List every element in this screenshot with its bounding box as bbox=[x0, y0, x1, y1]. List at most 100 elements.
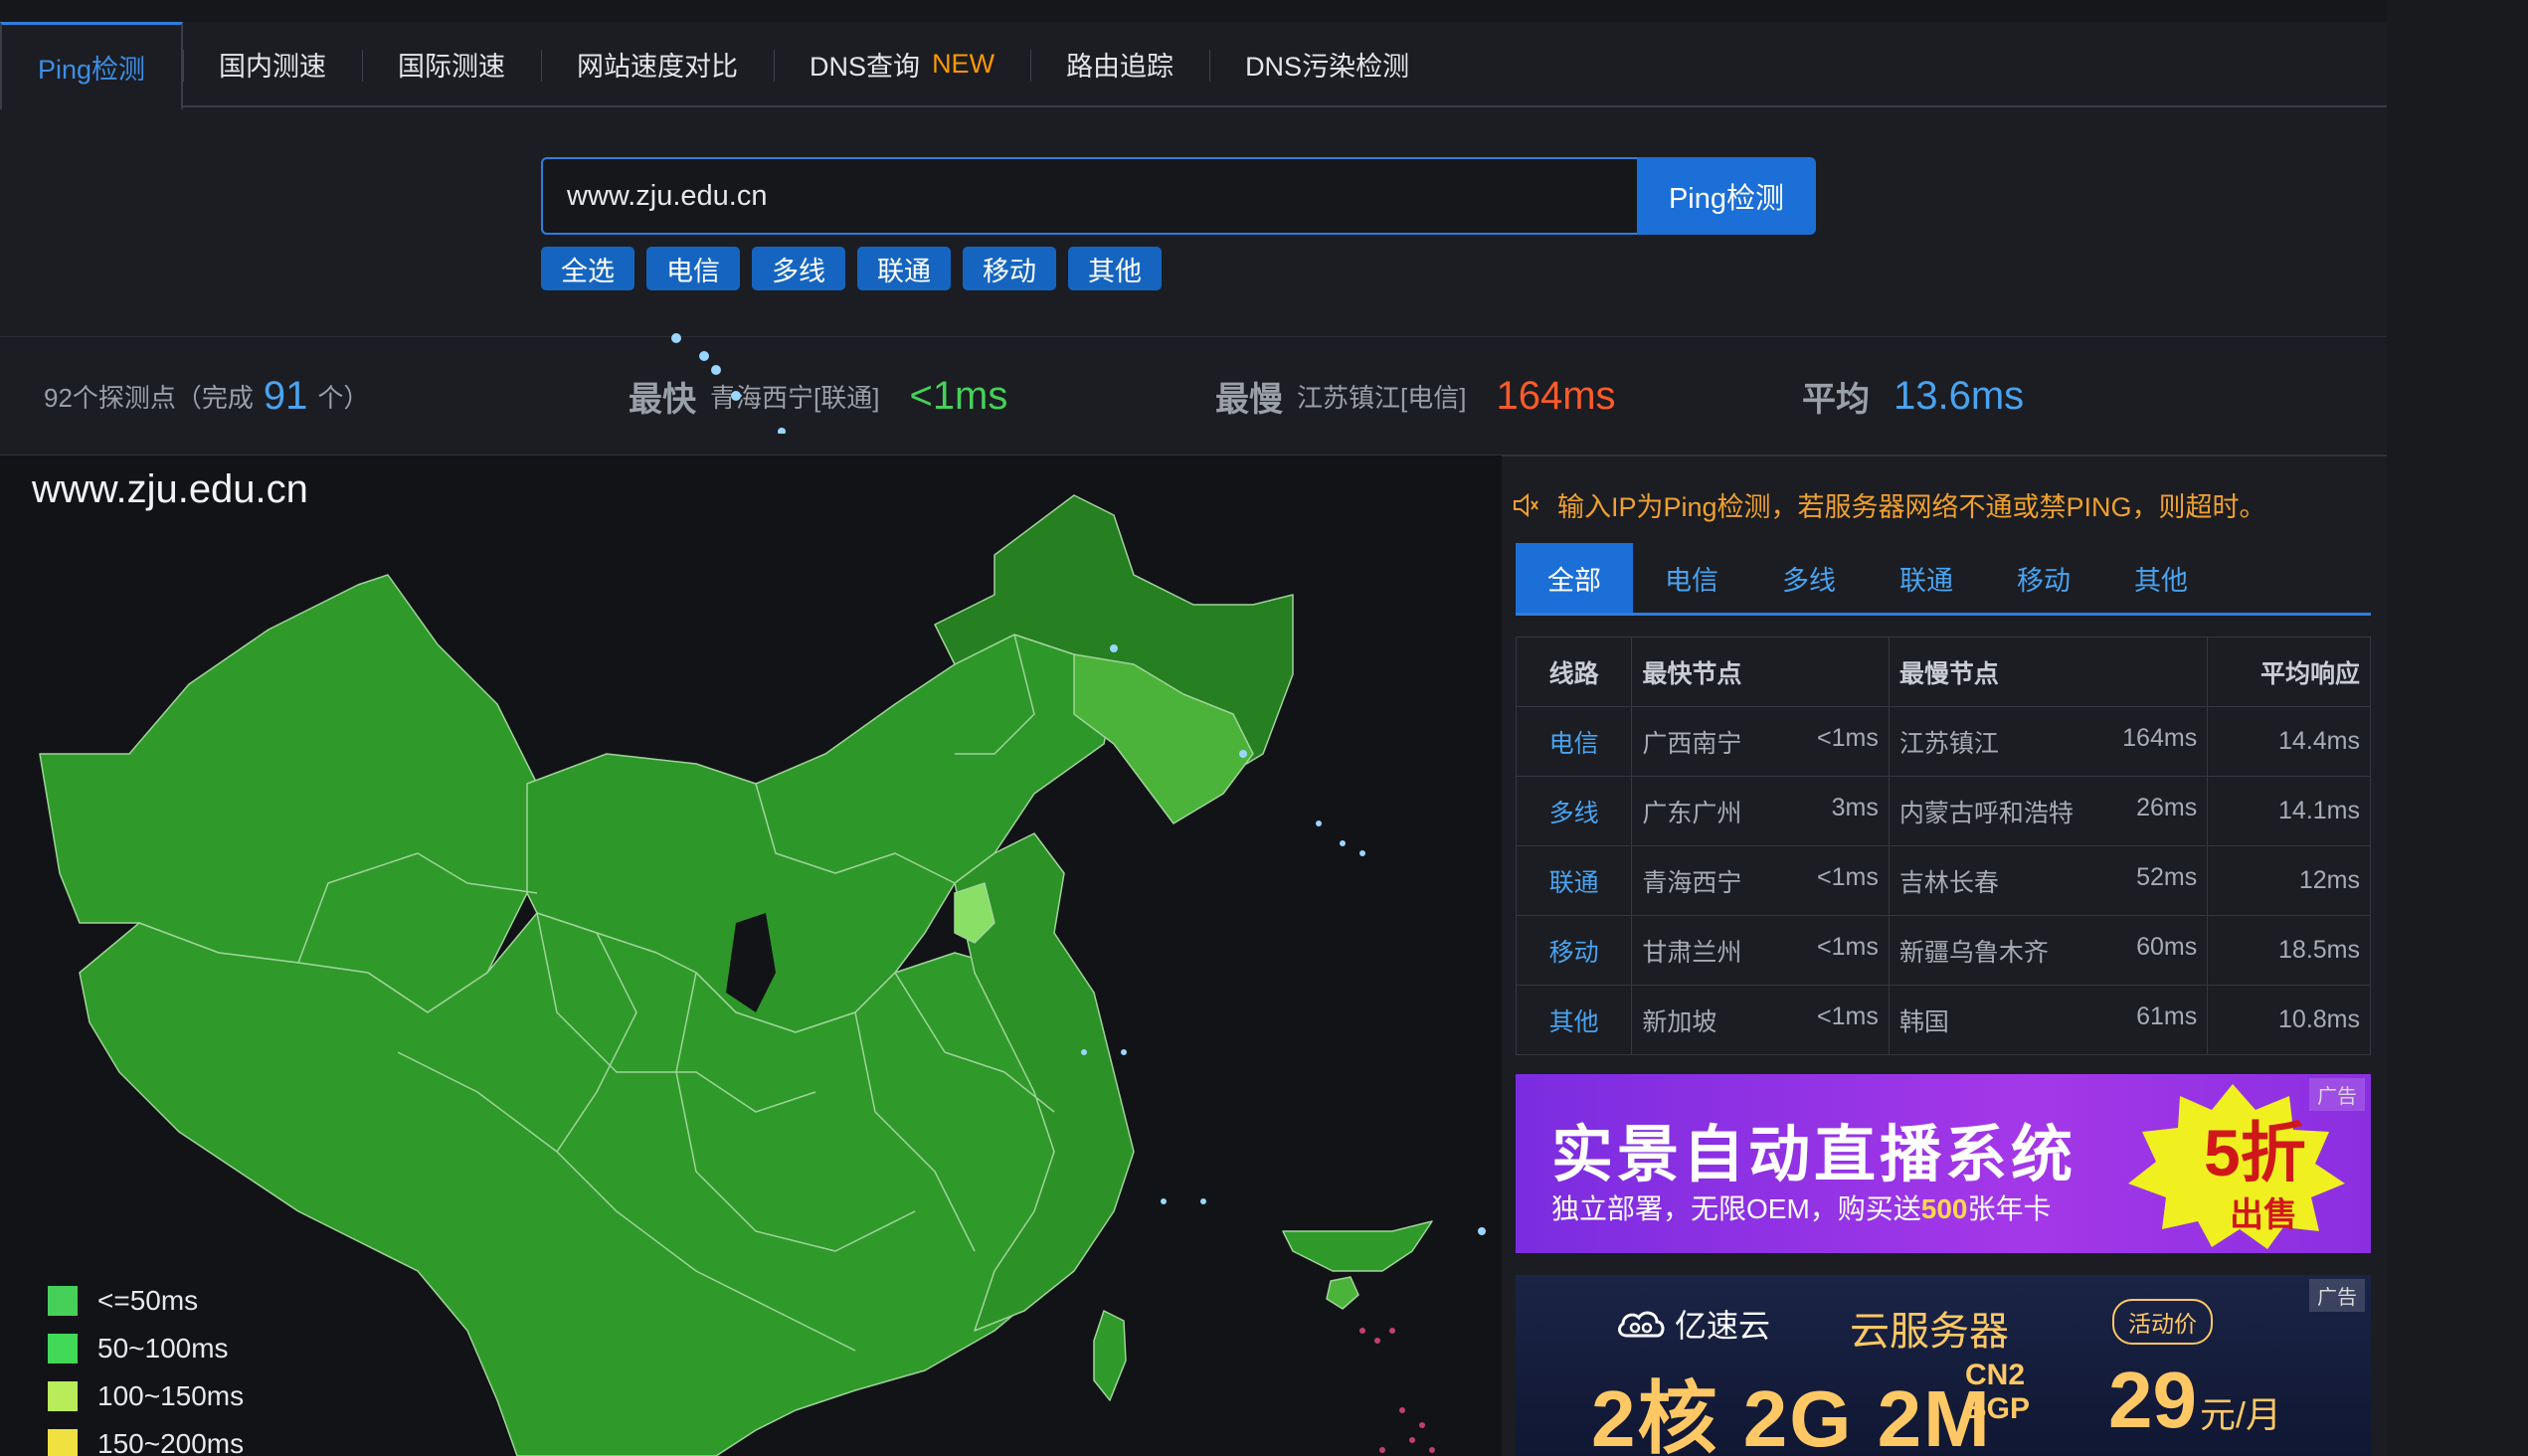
ad2-price: 29 bbox=[2108, 1356, 2197, 1444]
filter-telecom[interactable]: 电信 bbox=[646, 247, 740, 290]
fastest-node: 广西南宁 bbox=[1642, 729, 1742, 758]
fastest-ms: <1ms bbox=[1817, 723, 1879, 752]
tab-dns-pollution[interactable]: DNS污染检测 bbox=[1209, 22, 1445, 105]
legend-swatch bbox=[48, 1334, 78, 1364]
result-tab-all[interactable]: 全部 bbox=[1516, 543, 1633, 613]
tab-traceroute[interactable]: 路由追踪 bbox=[1030, 22, 1209, 105]
slowest-node: 新疆乌鲁木齐 bbox=[1898, 938, 2049, 967]
ad-banner-cloud-server[interactable]: 亿速云 云服务器 活动价 2核 2G 2M CN2 BGP 29 元/月 广告 bbox=[1516, 1275, 2371, 1456]
average-stat: 平均 13.6ms bbox=[1802, 337, 2034, 455]
ad2-service: 云服务器 bbox=[1850, 1310, 2009, 1354]
map-legend: <=50ms 50~100ms 100~150ms 150~200ms bbox=[48, 1277, 244, 1456]
table-row: 移动 甘肃兰州 <1ms 新疆乌鲁木齐 60ms 18.5ms bbox=[1515, 915, 2371, 986]
slowest-stat: 最慢 江苏镇江[电信] 164ms bbox=[1215, 337, 1626, 455]
isp-filters: 全选 电信 多线 联通 移动 其他 bbox=[541, 247, 1162, 290]
tab-label: DNS查询 bbox=[810, 51, 921, 82]
table-row: 联通 青海西宁 <1ms 吉林长春 52ms 12ms bbox=[1515, 845, 2371, 916]
map-region-hainan bbox=[1282, 1220, 1433, 1272]
slowest-node: 江苏镇江 bbox=[1898, 729, 1999, 758]
fastest-value: <1ms bbox=[909, 373, 1008, 418]
tool-tabs: Ping检测 国内测速 国际测速 网站速度对比 DNS查询 NEW 路由追踪 DN… bbox=[0, 22, 2387, 110]
slowest-ms: 52ms bbox=[2136, 862, 2198, 891]
filter-all[interactable]: 全选 bbox=[541, 247, 634, 290]
row-average: 18.5ms bbox=[2207, 915, 2371, 986]
table-row: 其他 新加坡 <1ms 韩国 61ms 10.8ms bbox=[1515, 985, 2371, 1055]
map-region-hainan-island bbox=[1326, 1276, 1359, 1310]
filter-other[interactable]: 其他 bbox=[1068, 247, 1162, 290]
speaker-icon bbox=[1514, 492, 1538, 517]
result-tab-other[interactable]: 其他 bbox=[2102, 543, 2220, 613]
ad2-unit: 元/月 bbox=[2200, 1394, 2282, 1435]
tab-label: DNS污染检测 bbox=[1245, 51, 1410, 82]
cloud-icon bbox=[1618, 1311, 1665, 1338]
page: Ping检测 国内测速 国际测速 网站速度对比 DNS查询 NEW 路由追踪 DN… bbox=[0, 0, 2387, 1456]
host-input[interactable] bbox=[541, 157, 1637, 235]
ad1-burst-big: 5折 bbox=[2204, 1116, 2306, 1189]
probe-done: 91 bbox=[263, 373, 308, 418]
fastest-ms: <1ms bbox=[1817, 1001, 1879, 1030]
legend-label: 100~150ms bbox=[97, 1380, 245, 1411]
ad2-bgp: BGP bbox=[1965, 1392, 2031, 1425]
slowest-node: 吉林长春 bbox=[1898, 868, 1999, 897]
ad-tag: 广告 bbox=[2309, 1279, 2365, 1312]
ad2-network: CN2 BGP bbox=[1965, 1359, 2030, 1426]
tab-domestic-speed[interactable]: 国内测速 bbox=[183, 22, 362, 105]
tab-international-speed[interactable]: 国际测速 bbox=[362, 22, 541, 105]
tab-label: 网站速度对比 bbox=[577, 51, 739, 82]
row-slowest: 新疆乌鲁木齐 60ms bbox=[1888, 915, 2209, 986]
result-tab-unicom[interactable]: 联通 bbox=[1868, 543, 1985, 613]
ad1-sub-highlight: 500 bbox=[1920, 1193, 1968, 1224]
slowest-value: 164ms bbox=[1496, 373, 1616, 418]
top-strip bbox=[0, 0, 2387, 22]
fastest-ms: <1ms bbox=[1817, 862, 1879, 891]
row-average: 14.4ms bbox=[2207, 706, 2371, 777]
result-tab-multiline[interactable]: 多线 bbox=[1750, 543, 1868, 613]
ad-tag: 广告 bbox=[2309, 1078, 2365, 1111]
row-slowest: 江苏镇江 164ms bbox=[1888, 706, 2209, 777]
tab-ping[interactable]: Ping检测 bbox=[0, 22, 184, 110]
tab-label: Ping检测 bbox=[38, 54, 146, 85]
ad1-subline: 独立部署，无限OEM，购买送500张年卡 bbox=[1551, 1187, 2052, 1227]
row-average: 12ms bbox=[2207, 845, 2371, 916]
filter-unicom[interactable]: 联通 bbox=[857, 247, 951, 290]
row-line[interactable]: 电信 bbox=[1515, 706, 1633, 777]
slowest-label: 最慢 bbox=[1215, 380, 1283, 419]
ad1-sub-suffix: 张年卡 bbox=[1967, 1193, 2052, 1224]
tab-site-compare[interactable]: 网站速度对比 bbox=[541, 22, 774, 105]
legend-swatch bbox=[48, 1381, 78, 1411]
row-average: 10.8ms bbox=[2207, 985, 2371, 1055]
ping-button[interactable]: Ping检测 bbox=[1637, 157, 1816, 235]
overlay-markers bbox=[671, 333, 786, 434]
row-slowest: 内蒙古呼和浩特 26ms bbox=[1888, 776, 2209, 846]
row-line[interactable]: 联通 bbox=[1515, 845, 1633, 916]
probe-count: 92个探测点（完成 91 个） bbox=[44, 337, 369, 455]
col-line: 线路 bbox=[1515, 637, 1633, 707]
row-line[interactable]: 移动 bbox=[1515, 915, 1633, 986]
tab-dns-query[interactable]: DNS查询 NEW bbox=[774, 22, 1030, 105]
fastest-node: 广东广州 bbox=[1642, 799, 1742, 827]
ad2-cn2: CN2 bbox=[1965, 1359, 2026, 1391]
ad2-badge: 活动价 bbox=[2112, 1299, 2213, 1345]
map-region-taiwan bbox=[1093, 1310, 1127, 1401]
filter-mobile[interactable]: 移动 bbox=[963, 247, 1056, 290]
slowest-node: 江苏镇江[电信] bbox=[1297, 382, 1467, 413]
legend-item: 150~200ms bbox=[48, 1420, 244, 1456]
slowest-ms: 60ms bbox=[2136, 932, 2198, 961]
row-line[interactable]: 多线 bbox=[1515, 776, 1633, 846]
fastest-ms: 3ms bbox=[1831, 793, 1879, 821]
tab-label: 国际测速 bbox=[398, 51, 506, 82]
filter-multiline[interactable]: 多线 bbox=[752, 247, 845, 290]
table-row: 电信 广西南宁 <1ms 江苏镇江 164ms 14.4ms bbox=[1515, 706, 2371, 777]
fastest-ms: <1ms bbox=[1817, 932, 1879, 961]
legend-item: <=50ms bbox=[48, 1277, 244, 1325]
legend-item: 100~150ms bbox=[48, 1372, 244, 1420]
slowest-ms: 61ms bbox=[2136, 1001, 2198, 1030]
ad-banner-live-system[interactable]: 实景自动直播系统 独立部署，无限OEM，购买送500张年卡 5折 出售 广告 bbox=[1516, 1074, 2371, 1253]
row-line[interactable]: 其他 bbox=[1515, 985, 1633, 1055]
result-tab-telecom[interactable]: 电信 bbox=[1633, 543, 1750, 613]
row-fastest: 新加坡 <1ms bbox=[1631, 985, 1890, 1055]
ad1-sub-prefix: 独立部署，无限OEM，购买送 bbox=[1551, 1193, 1921, 1224]
ad1-burst-small: 出售 bbox=[2230, 1196, 2297, 1234]
result-tab-mobile[interactable]: 移动 bbox=[1985, 543, 2102, 613]
legend-swatch bbox=[48, 1429, 78, 1456]
